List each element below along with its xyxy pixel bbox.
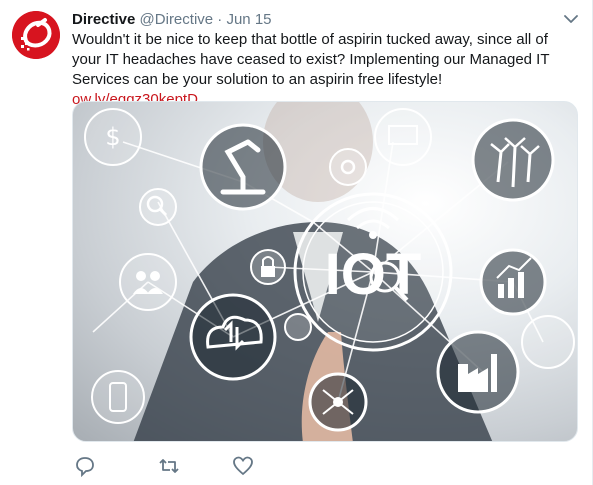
retweet-icon[interactable] [158,455,180,477]
people-icon [119,253,177,311]
tweet-card: Directive @Directive · Jun 15 Wouldn't i… [0,0,593,485]
tweet-header: Directive @Directive · Jun 15 [72,10,552,30]
wind-turbines-icon [471,118,555,202]
svg-text:$: $ [105,123,120,151]
iot-illustration: IOT $ [84,102,575,441]
monitor-icon [374,108,432,166]
factory-icon [436,330,520,414]
tweet-image[interactable]: IOT $ [72,101,578,442]
cloud-sync-icon [189,293,277,381]
separator: · [217,11,223,28]
author-handle[interactable]: @Directive [140,11,214,28]
sensor-icon [284,313,312,341]
tweet-actions [72,455,372,477]
lock-icon [250,249,286,285]
leaf-icon [521,315,575,369]
like-icon[interactable] [232,455,254,477]
author-name[interactable]: Directive [72,11,135,28]
reply-icon[interactable] [74,455,96,477]
phone-icon [91,370,145,424]
bar-chart-icon [479,248,547,316]
money-cycle-icon: $ [84,108,142,166]
timestamp[interactable]: Jun 15 [226,11,271,28]
robot-arm-icon [199,123,287,211]
network-icon [308,372,368,432]
avatar[interactable] [12,11,60,59]
tweet-body: Wouldn't it be nice to keep that bottle … [72,31,550,88]
chevron-down-icon[interactable] [564,14,578,24]
directive-logo-icon [12,11,60,59]
tweet-text: Wouldn't it be nice to keep that bottle … [72,30,572,110]
search-icon [139,188,177,226]
gear-icon [329,148,367,186]
